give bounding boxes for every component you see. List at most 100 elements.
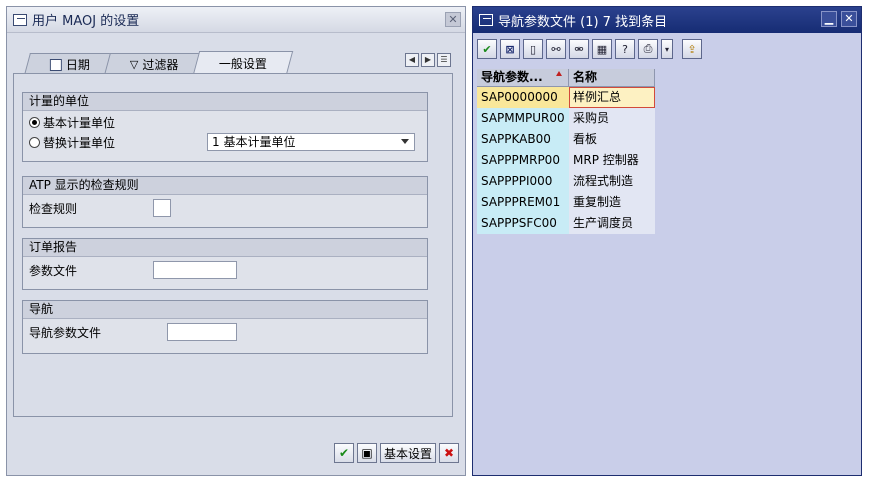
- print-button[interactable]: ⎙: [638, 39, 658, 59]
- document-icon: ▯: [529, 42, 537, 56]
- nav-profile-dialog: 导航参数文件 (1) 7 找到条目 ▁ ✕ ✔ ⊠ ▯ ⚯ ⚮ ▦ ? ⎙ ▾ …: [472, 6, 862, 476]
- sort-asc-icon: [556, 71, 562, 76]
- order-report-group-title: 订单报告: [23, 239, 427, 257]
- tab-filter[interactable]: ▽ 过滤器: [104, 53, 205, 75]
- choose-button[interactable]: ▦: [592, 39, 612, 59]
- row-code: SAPPKAB00: [477, 129, 569, 150]
- atp-group: ATP 显示的检查规则 检查规则: [22, 176, 428, 228]
- settings-titlebar: 用户 MAOJ 的设置: [7, 7, 465, 33]
- filter-icon: ▽: [129, 58, 139, 71]
- nav-profile-titlebar: 导航参数文件 (1) 7 找到条目: [473, 7, 861, 33]
- radio-alt-uom-label: 替换计量单位: [43, 135, 116, 150]
- table-row[interactable]: SAPMMPUR00 采购员: [477, 108, 655, 129]
- radio-base-uom-label: 基本计量单位: [43, 115, 116, 130]
- tab-strip: 日期 ▽ 过滤器 一般设置: [24, 51, 293, 75]
- col-header-name[interactable]: 名称: [569, 69, 655, 86]
- row-code: SAPPPPI000: [477, 171, 569, 192]
- table-row[interactable]: SAP0000000 样例汇总: [477, 87, 655, 108]
- radio-alt-uom-dot[interactable]: [29, 136, 40, 148]
- save-icon: ▣: [361, 446, 373, 460]
- row-code: SAPPPMRP00: [477, 150, 569, 171]
- col-header-profile[interactable]: 导航参数...: [477, 69, 569, 86]
- atp-group-title: ATP 显示的检查规则: [23, 177, 427, 195]
- tab-next-icon[interactable]: ▶: [421, 53, 435, 67]
- print-options-button[interactable]: ▾: [661, 39, 673, 59]
- help-button[interactable]: ?: [615, 39, 635, 59]
- settings-footer: ✔ ▣ 基本设置 ✖: [333, 443, 459, 463]
- base-settings-button[interactable]: 基本设置: [379, 443, 436, 463]
- nav-profile-table: 导航参数... 名称 SAP0000000 样例汇总 SAPMMPUR00 采购…: [477, 69, 655, 234]
- minimize-icon[interactable]: ▁: [821, 11, 837, 27]
- binoculars-plus-icon: ⚮: [574, 42, 584, 56]
- order-report-group: 订单报告 参数文件: [22, 238, 428, 290]
- window-icon: [13, 13, 27, 26]
- find-button[interactable]: ⚯: [546, 39, 566, 59]
- confirm-button[interactable]: ✔: [477, 39, 497, 59]
- table-row[interactable]: SAPPPMRP00 MRP 控制器: [477, 150, 655, 171]
- table-header: 导航参数... 名称: [477, 69, 655, 87]
- help-icon: ?: [622, 42, 628, 56]
- tab-date-label: 日期: [65, 58, 90, 72]
- delete-button[interactable]: ⊠: [500, 39, 520, 59]
- cancel-button[interactable]: ✖: [439, 443, 459, 463]
- chevron-down-icon: ▾: [664, 44, 669, 54]
- col-header-profile-label: 导航参数...: [481, 70, 543, 84]
- close-icon[interactable]: ✕: [841, 11, 857, 27]
- find-next-button[interactable]: ⚮: [569, 39, 589, 59]
- table-row[interactable]: SAPPPPI000 流程式制造: [477, 171, 655, 192]
- uom-select-value: 1 基本计量单位: [212, 135, 296, 149]
- table-row[interactable]: SAPPKAB00 看板: [477, 129, 655, 150]
- row-code: SAPPPREM01: [477, 192, 569, 213]
- uom-group: 计量的单位 基本计量单位 替换计量单位 1 基本计量单位: [22, 92, 428, 162]
- profile-label: 参数文件: [29, 263, 78, 278]
- close-icon: ✖: [443, 446, 455, 460]
- nav-profile-toolbar: ✔ ⊠ ▯ ⚯ ⚮ ▦ ? ⎙ ▾ ⇪: [477, 39, 702, 59]
- close-icon[interactable]: ✕: [445, 12, 461, 27]
- tab-list-icon[interactable]: ☰: [437, 53, 451, 67]
- chevron-down-icon[interactable]: [401, 139, 409, 144]
- calendar-icon: [49, 58, 62, 71]
- window-icon: [479, 14, 493, 26]
- profile-field[interactable]: [153, 261, 237, 279]
- row-name: 采购员: [569, 108, 655, 129]
- atp-check-rule-field[interactable]: [153, 199, 171, 217]
- upload-button[interactable]: ⇪: [682, 39, 702, 59]
- navigation-group-title: 导航: [23, 301, 427, 319]
- tab-general-label: 一般设置: [218, 57, 267, 71]
- settings-dialog: 用户 MAOJ 的设置 ✕ 日期 ▽ 过滤器 一般设置 ◀ ▶ ☰ 计量的单位 基…: [6, 6, 466, 476]
- new-button[interactable]: ▯: [523, 39, 543, 59]
- tab-filter-label: 过滤器: [142, 58, 179, 72]
- table-row[interactable]: SAPPPREM01 重复制造: [477, 192, 655, 213]
- table-row[interactable]: SAPPPSFC00 生产调度员: [477, 213, 655, 234]
- cancel-box-icon: ⊠: [505, 42, 515, 56]
- settings-title: 用户 MAOJ 的设置: [32, 14, 140, 29]
- nav-profile-label: 导航参数文件: [29, 325, 102, 340]
- printer-icon: ⎙: [643, 42, 653, 55]
- row-name: 生产调度员: [569, 213, 655, 234]
- radio-base-uom[interactable]: 基本计量单位: [29, 113, 115, 131]
- row-name: 看板: [569, 129, 655, 150]
- save-button[interactable]: ▣: [356, 443, 377, 463]
- checkmark-icon: ✔: [338, 446, 350, 460]
- row-code: SAP0000000: [477, 87, 569, 108]
- uom-select[interactable]: 1 基本计量单位: [207, 133, 415, 151]
- atp-check-rule-label: 检查规则: [29, 201, 78, 216]
- nav-profile-field[interactable]: [167, 323, 237, 341]
- row-code: SAPMMPUR00: [477, 108, 569, 129]
- row-name: 重复制造: [569, 192, 655, 213]
- nav-profile-title: 导航参数文件 (1) 7 找到条目: [498, 14, 668, 30]
- tab-general-settings[interactable]: 一般设置: [192, 51, 293, 75]
- radio-base-uom-dot[interactable]: [29, 116, 40, 128]
- tab-date[interactable]: 日期: [24, 53, 116, 75]
- navigation-group: 导航 导航参数文件: [22, 300, 428, 354]
- tab-prev-icon[interactable]: ◀: [405, 53, 419, 67]
- tab-nav: ◀ ▶ ☰: [405, 53, 451, 67]
- row-code: SAPPPSFC00: [477, 213, 569, 234]
- upload-icon: ⇪: [687, 42, 697, 56]
- row-name: 流程式制造: [569, 171, 655, 192]
- radio-alt-uom[interactable]: 替换计量单位: [29, 133, 115, 151]
- binoculars-icon: ⚯: [551, 42, 561, 56]
- uom-group-title: 计量的单位: [23, 93, 427, 111]
- checkmark-icon: ✔: [482, 42, 492, 56]
- confirm-button[interactable]: ✔: [333, 443, 354, 463]
